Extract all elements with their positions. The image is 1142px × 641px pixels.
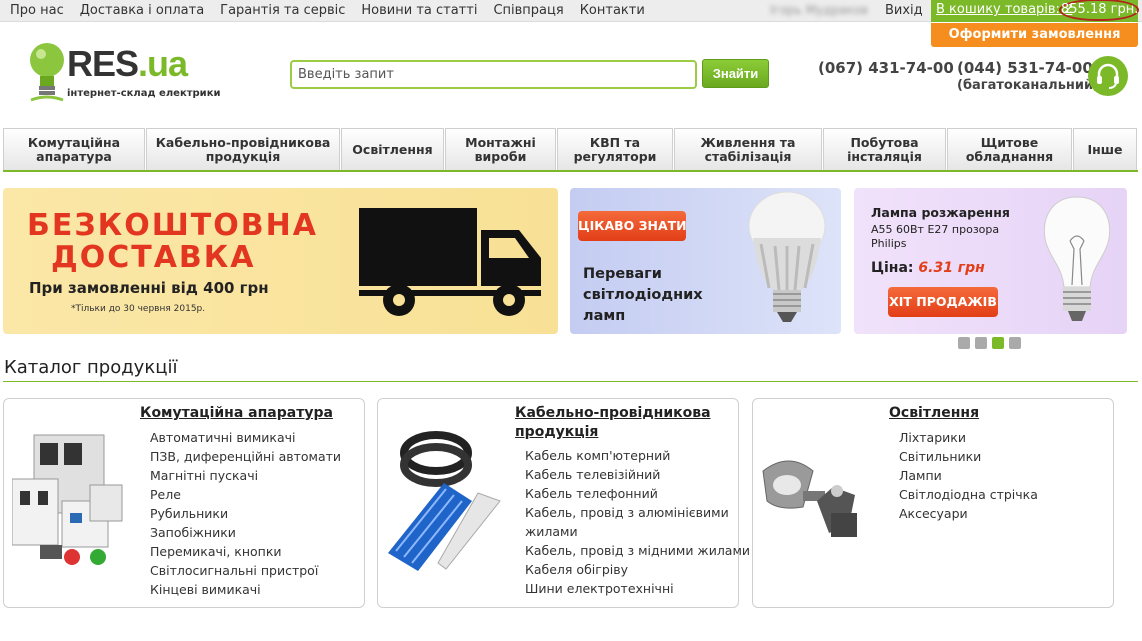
category-cable[interactable]: Кабельно-провідникова продукція (146, 128, 340, 170)
cart-sum: 855.18 грн. (1059, 0, 1139, 21)
top-nav-contacts[interactable]: Контакти (580, 3, 645, 18)
card-item[interactable]: Перемикачі, кнопки (150, 542, 360, 561)
card-item[interactable]: Кабель телевізійний (525, 465, 735, 484)
catalog-card-switching: Комутаційна апаратура Автоматичні вимика… (3, 398, 365, 608)
card-item[interactable]: Магнітні пускачі (150, 466, 360, 485)
banner-delivery-line1: БЕЗКОШТОВНА (27, 208, 318, 243)
banner-lamp-price-value: 6.31 грн (918, 260, 985, 276)
card-title-cable[interactable]: Кабельно-провідникова продукція (515, 404, 725, 442)
banner-lamp-sub: А55 60Вт Е27 прозора Philips (871, 223, 1000, 250)
banner-lamp-price-label: Ціна: (871, 260, 914, 276)
cart-link[interactable]: В кошику товарів: 2 (936, 2, 1072, 17)
catalog-title: Каталог продукції (4, 357, 178, 378)
banner-lamp-title: Лампа розжарення (871, 205, 1010, 220)
phone-kyivstar: (067) 431-74-00 (818, 59, 954, 77)
site-logo[interactable]: RES.ua інтернет-склад електрики (15, 38, 221, 106)
top-nav-about[interactable]: Про нас (10, 3, 64, 18)
category-lighting[interactable]: Освітлення (341, 128, 444, 170)
slider-dots (958, 337, 1021, 349)
category-switching[interactable]: Комутаційна апаратура (3, 128, 145, 170)
card-item[interactable]: Кабеля обігріву (525, 560, 735, 579)
card-item[interactable]: Автоматичні вимикачі (150, 428, 360, 447)
truck-icon (359, 208, 541, 316)
category-switchboard[interactable]: Щитове обладнання (947, 128, 1072, 170)
cart-box: В кошику товарів: 2 855.18 грн. (931, 0, 1139, 22)
catalog-divider (3, 381, 1138, 382)
slider-dot-2[interactable] (975, 337, 987, 349)
card-item[interactable]: Ліхтарики (899, 428, 1109, 447)
logout-link[interactable]: Вихід (885, 3, 923, 18)
logo-tagline: інтернет-склад електрики (67, 88, 221, 99)
cable-icon (388, 431, 501, 571)
category-mounting[interactable]: Монтажні вироби (445, 128, 556, 170)
top-nav-warranty[interactable]: Гарантія та сервіс (220, 3, 345, 18)
banner-incandescent-lamp[interactable]: Лампа розжарення А55 60Вт Е27 прозора Ph… (854, 188, 1127, 334)
catalog-card-lighting: Освітлення Ліхтарики Світильники Лампи С… (752, 398, 1114, 608)
card-item[interactable]: Рубильники (150, 504, 360, 523)
card-list-cable: Кабель комп'ютерний Кабель телевізійний … (525, 446, 750, 598)
banner-led-badge: ЦІКАВО ЗНАТИ (578, 211, 687, 241)
card-item[interactable]: Кабель телефонний (525, 484, 735, 503)
top-nav-delivery[interactable]: Доставка і оплата (80, 3, 204, 18)
card-item[interactable]: Лампи (899, 466, 1109, 485)
card-item[interactable]: Кінцеві вимикачі (150, 580, 360, 599)
slider-dot-3[interactable] (992, 337, 1004, 349)
banner-delivery-line2: ДОСТАВКА (51, 240, 256, 275)
card-title-switching[interactable]: Комутаційна апаратура (140, 404, 355, 423)
logo-name: RES (67, 43, 139, 84)
category-other[interactable]: Інше (1073, 128, 1137, 170)
category-household[interactable]: Побутова інсталяція (823, 128, 946, 170)
search-button[interactable]: Знайти (702, 59, 769, 88)
card-item[interactable]: Запобіжники (150, 523, 360, 542)
logo-text: RES.ua (67, 43, 188, 84)
bulb-logo-icon (30, 43, 64, 102)
banner-led-text: Переваги світлодіодних ламп (583, 266, 703, 324)
card-item[interactable]: Шини електротехнічні (525, 579, 735, 598)
user-name[interactable]: Ігорь Мудраков (770, 3, 868, 17)
card-item[interactable]: Аксесуари (899, 504, 1109, 523)
catalog-card-cable: Кабельно-провідникова продукція Кабель к… (377, 398, 750, 608)
banner-led-lamps[interactable]: ЦІКАВО ЗНАТИ Переваги світлодіодних ламп (570, 188, 841, 334)
checkout-button[interactable]: Оформити замовлення (931, 23, 1138, 47)
banner-lamp-price: Ціна: 6.31 грн (871, 260, 985, 276)
banner-free-delivery[interactable]: БЕЗКОШТОВНА ДОСТАВКА При замовленні від … (3, 188, 558, 334)
banner-delivery-note: *Тільки до 30 червня 2015р. (71, 304, 206, 314)
slider-dot-4[interactable] (1009, 337, 1021, 349)
headset-icon[interactable] (1088, 56, 1128, 96)
card-item[interactable]: ПЗВ, диференційні автомати (150, 447, 360, 466)
led-bulb-icon (748, 191, 826, 322)
card-item[interactable]: Реле (150, 485, 360, 504)
card-item[interactable]: Світлосигнальні пристрої (150, 561, 360, 580)
card-item[interactable]: Кабель, провід з алюмінієвими жилами (525, 503, 735, 541)
search-input[interactable] (290, 60, 697, 89)
card-list-switching: Автоматичні вимикачі ПЗВ, диференційні а… (150, 428, 360, 599)
breaker-icon (12, 434, 123, 565)
category-nav: Комутаційна апаратура Кабельно-провідник… (3, 128, 1138, 172)
slider-dot-1[interactable] (958, 337, 970, 349)
bestseller-button[interactable]: ХІТ ПРОДАЖІВ (888, 287, 998, 317)
card-item[interactable]: Кабель, провід з мідними жилами (525, 541, 750, 560)
top-nav-news[interactable]: Новини та статті (361, 3, 477, 18)
logo-domain: .ua (138, 43, 188, 84)
banner-delivery-sub: При замовленні від 400 грн (29, 279, 269, 297)
phone-multichannel-note: (багатоканальний) (957, 78, 1100, 93)
card-list-lighting: Ліхтарики Світильники Лампи Світлодіодна… (899, 428, 1109, 523)
street-lamp-icon (762, 460, 857, 537)
phone-city: (044) 531-74-00 (957, 59, 1093, 77)
card-item[interactable]: Кабель комп'ютерний (525, 446, 735, 465)
top-nav: Про нас Доставка і оплата Гарантія та се… (10, 3, 645, 18)
card-item[interactable]: Світильники (899, 447, 1109, 466)
card-item[interactable]: Світлодіодна стрічка (899, 485, 1109, 504)
category-power[interactable]: Живлення та стабілізація (674, 128, 822, 170)
lightbulb-icon (1043, 196, 1111, 321)
top-nav-cooperation[interactable]: Співпраця (493, 3, 563, 18)
category-controllers[interactable]: КВП та регулятори (557, 128, 673, 170)
card-title-lighting[interactable]: Освітлення (889, 404, 1099, 423)
